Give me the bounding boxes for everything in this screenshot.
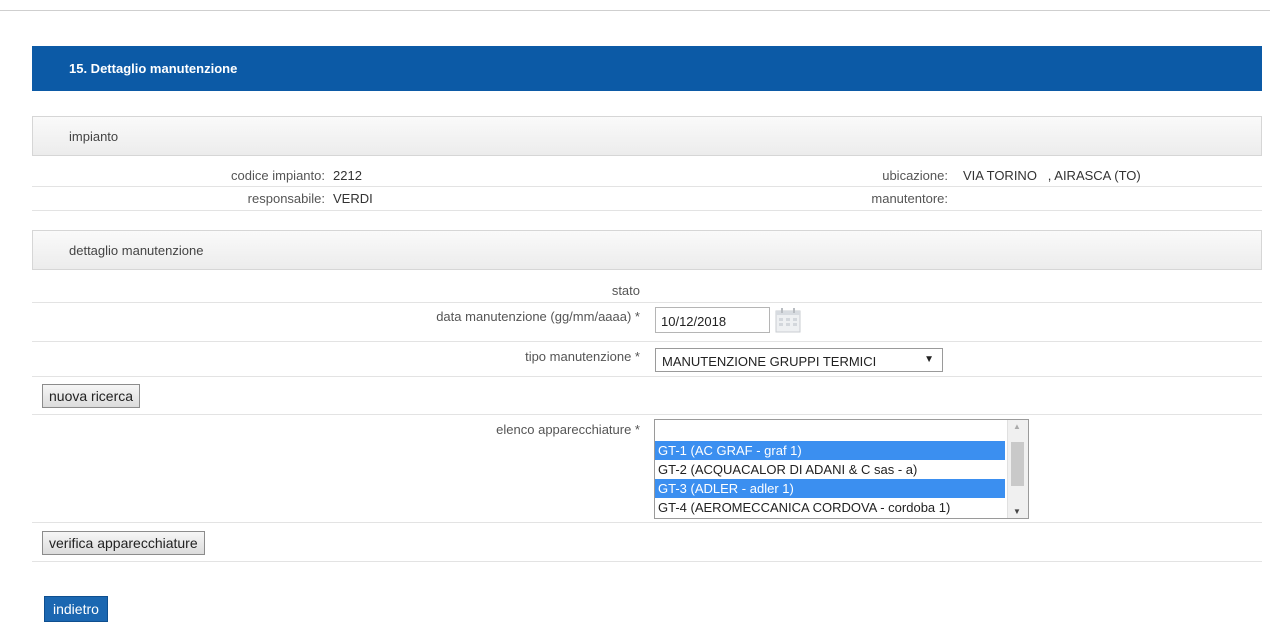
list-item-gt1[interactable]: GT-1 (AC GRAF - graf 1) [655,441,1005,460]
impianto-section-header: impianto [32,116,1262,156]
impianto-row-1: codice impianto: 2212 ubicazione: VIA TO… [32,165,1262,187]
codice-impianto-label: codice impianto: [231,168,325,183]
responsabile-value: VERDI [333,191,373,206]
page-title-bar: 15. Dettaglio manutenzione [32,46,1262,91]
indietro-button[interactable]: indietro [44,596,108,622]
ubicazione-label: ubicazione: [882,168,948,183]
tipo-manutenzione-select[interactable]: MANUTENZIONE GRUPPI TERMICI ▼ [655,348,943,372]
list-item-gt2[interactable]: GT-2 (ACQUACALOR DI ADANI & C sas - a) [655,460,1005,479]
verifica-apparecchiature-button[interactable]: verifica apparecchiature [42,531,205,555]
top-divider [0,10,1270,11]
data-manutenzione-label: data manutenzione (gg/mm/aaaa) * [436,309,640,324]
data-row: data manutenzione (gg/mm/aaaa) * [32,303,1262,342]
scroll-down-icon[interactable]: ▼ [1013,507,1021,516]
tipo-manutenzione-label: tipo manutenzione * [525,349,640,364]
list-item-gt3[interactable]: GT-3 (ADLER - adler 1) [655,479,1005,498]
responsabile-label: responsabile: [247,191,325,206]
calendar-icon[interactable] [775,307,801,333]
nuova-ricerca-row [32,377,1262,415]
scroll-up-icon[interactable]: ▲ [1013,422,1021,431]
apparecchiature-listbox[interactable]: GT-1 (AC GRAF - graf 1) GT-2 (ACQUACALOR… [654,419,1029,519]
manutentore-label: manutentore: [871,191,948,206]
elenco-row: elenco apparecchiature * [32,415,1262,523]
tipo-row: tipo manutenzione * [32,342,1262,377]
verifica-row [32,523,1262,562]
listbox-scrollbar[interactable]: ▲ ▼ [1007,420,1028,518]
impianto-row-2: responsabile: VERDI manutentore: [32,188,1262,211]
dettaglio-section-header: dettaglio manutenzione [32,230,1262,270]
elenco-apparecchiature-label: elenco apparecchiature * [496,422,640,437]
ubicazione-value: VIA TORINO , AIRASCA (TO) [963,168,1141,183]
dettaglio-section-title: dettaglio manutenzione [69,242,204,258]
dropdown-arrow-icon: ▼ [924,354,934,365]
codice-impianto-value: 2212 [333,168,362,183]
stato-label: stato [611,283,640,298]
tipo-manutenzione-value: MANUTENZIONE GRUPPI TERMICI [662,354,877,369]
impianto-section-title: impianto [69,128,119,144]
list-item-gt4[interactable]: GT-4 (AEROMECCANICA CORDOVA - cordoba 1) [655,498,1005,517]
page-title: 15. Dettaglio manutenzione [69,61,238,76]
scroll-thumb[interactable] [1011,442,1024,486]
data-manutenzione-input[interactable]: 10/12/2018 [655,307,770,333]
stato-row: stato [32,280,1262,303]
nuova-ricerca-button[interactable]: nuova ricerca [42,384,141,408]
